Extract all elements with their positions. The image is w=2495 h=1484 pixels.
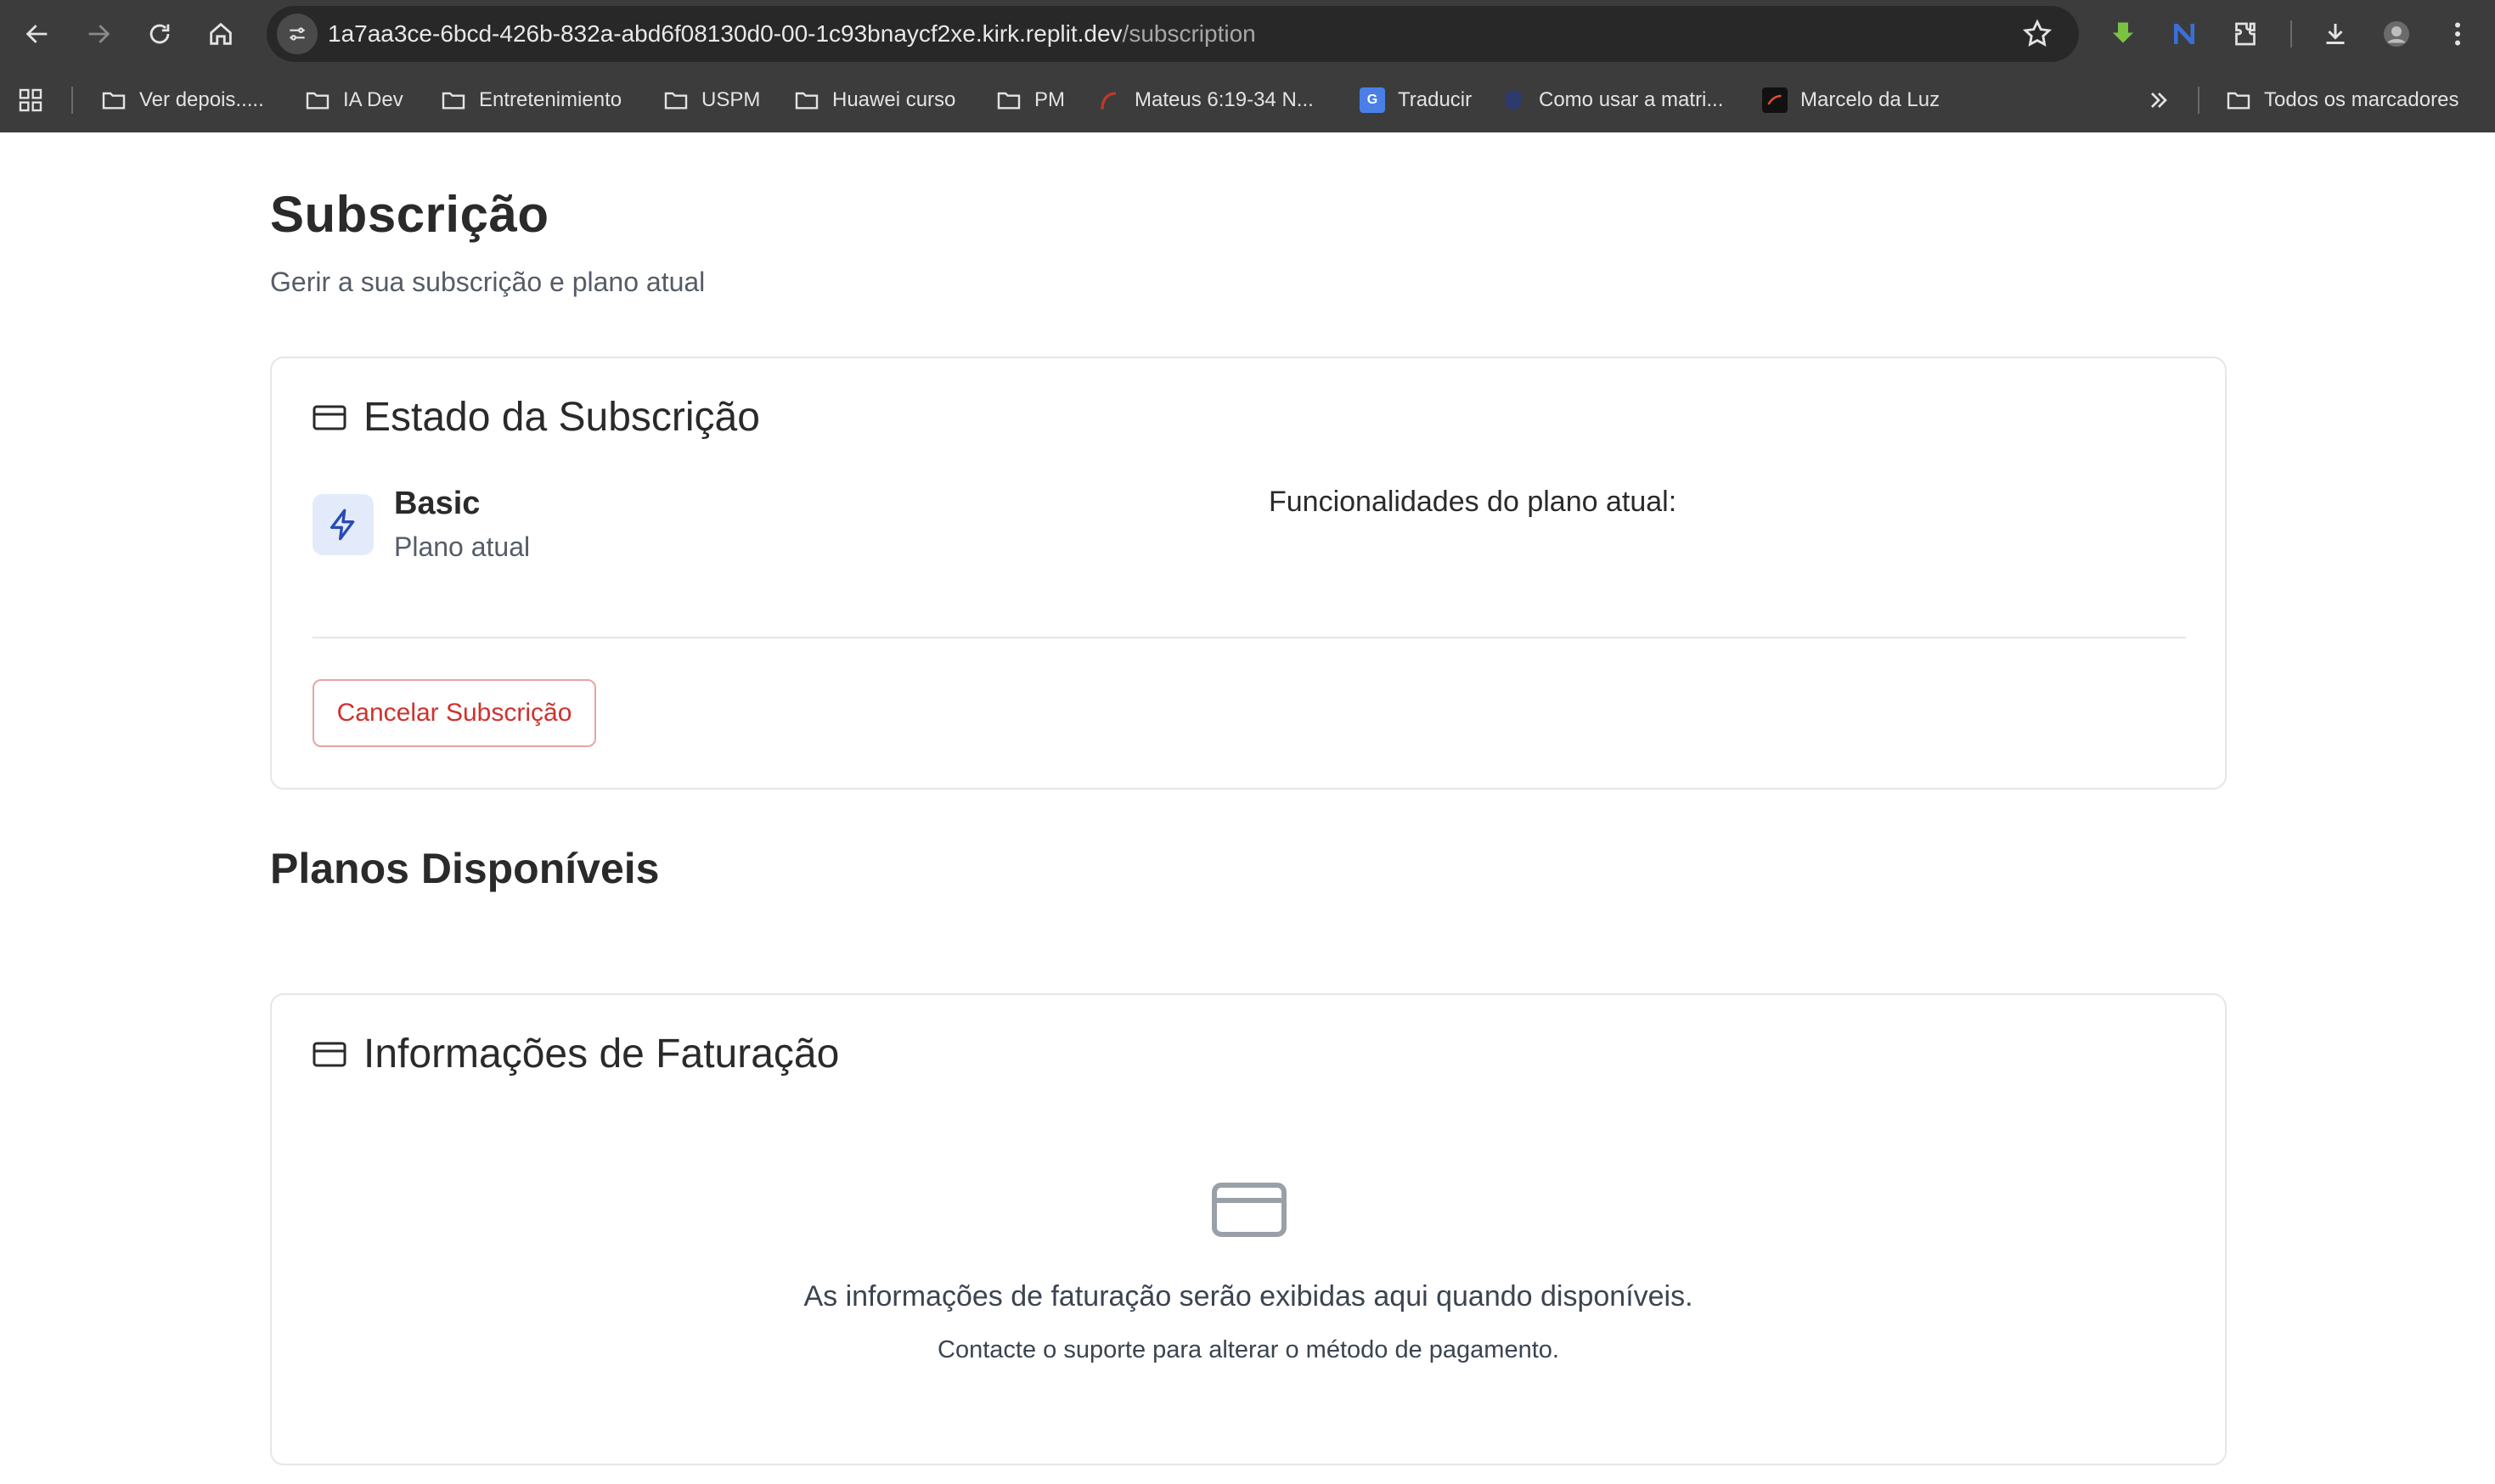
bookmark-label: Mateus 6:19-34 N... [1135,88,1314,111]
apps-grid-button[interactable] [17,83,56,117]
bookmarks-divider [71,87,73,114]
bookmark-label: USPM [701,88,761,111]
bookmark-label: Marcelo da Luz [1800,88,1940,111]
more-bookmarks-button[interactable] [2145,83,2184,117]
download-extension-icon[interactable] [2104,15,2142,53]
folder-icon [793,87,820,114]
bookmark-como-usar[interactable]: Como usar a matri... [1500,83,1723,117]
browser-chrome: 1a7aa3ce-6bcd-426b-832a-abd6f08130d0-00-… [0,0,2495,132]
favicon-icon [1095,87,1123,114]
browser-toolbar: 1a7aa3ce-6bcd-426b-832a-abd6f08130d0-00-… [0,0,2495,68]
home-icon [210,22,232,45]
billing-empty-message: As informações de faturação serão exibid… [803,1280,1693,1313]
plan-label: Plano atual [394,531,531,562]
home-button[interactable] [200,14,241,54]
bookmark-label: Entretenimiento [479,88,622,111]
favicon-icon [1761,87,1788,114]
bookmark-pm[interactable]: PM [995,83,1065,117]
site-info-icon[interactable] [277,14,318,54]
bookmark-label: Ver depois..... [139,88,264,111]
bookmark-star-icon[interactable] [2021,18,2053,50]
bookmark-label: Traducir [1398,88,1473,111]
bookmark-label: Como usar a matri... [1539,88,1724,111]
url-text[interactable]: 1a7aa3ce-6bcd-426b-832a-abd6f08130d0-00-… [328,6,1256,62]
reload-icon [149,24,170,44]
folder-icon [2225,87,2252,114]
page-subtitle: Gerir a sua subscrição e plano atual [270,267,706,297]
subscription-status-card: Estado da Subscrição Basic Plano atual F… [270,357,2227,790]
all-bookmarks-label: Todos os marcadores [2264,88,2459,111]
arrow-left-icon [25,25,48,43]
apps-grid-icon [17,87,44,114]
address-bar[interactable]: 1a7aa3ce-6bcd-426b-832a-abd6f08130d0-00-… [267,6,2079,62]
bookmarks-bar: Ver depois..... IA Dev Entretenimiento U… [0,68,2495,132]
folder-icon [100,87,127,114]
page-content: Subscrição Gerir a sua subscrição e plan… [0,132,2495,1484]
features-label: Funcionalidades do plano atual: [1269,486,1677,518]
menu-kebab-icon[interactable] [2439,15,2476,53]
bookmark-label: PM [1034,88,1065,111]
credit-card-placeholder-icon [1212,1183,1287,1237]
arrow-right-icon [88,25,110,43]
downloads-icon[interactable] [2317,15,2354,53]
reload-button[interactable] [139,14,180,54]
bookmark-traducir[interactable]: G Traducir [1359,83,1472,117]
folder-icon [662,87,690,114]
divider [313,637,2186,638]
card-title: Informações de Faturação [363,1031,840,1076]
bookmark-huawei-curso[interactable]: Huawei curso [793,83,955,117]
bookmark-ia-dev[interactable]: IA Dev [304,83,403,117]
billing-support-hint: Contacte o suporte para alterar o método… [938,1336,1559,1363]
lightning-bolt-icon [330,509,355,541]
forward-button[interactable] [78,14,119,54]
all-bookmarks-folder[interactable]: Todos os marcadores [2225,83,2458,117]
bookmarks-divider [2198,87,2199,114]
bookmark-mateus[interactable]: Mateus 6:19-34 N... [1095,83,1314,117]
card-header: Informações de Faturação [313,1031,839,1077]
extensions-puzzle-icon[interactable] [2227,15,2264,53]
page-title: Subscrição [270,186,549,243]
credit-card-icon [313,1042,346,1066]
back-button[interactable] [17,14,58,54]
folder-icon [440,87,467,114]
folder-icon [304,87,331,114]
plan-badge [313,494,374,555]
cancel-subscription-button[interactable]: Cancelar Subscrição [313,679,596,747]
card-title: Estado da Subscrição [363,395,760,440]
bookmark-label: Huawei curso [832,88,956,111]
toolbar-divider [2290,20,2292,48]
url-host: 1a7aa3ce-6bcd-426b-832a-abd6f08130d0-00-… [328,20,1123,47]
google-translate-icon: G [1359,87,1386,114]
bookmark-ver-depois[interactable]: Ver depois..... [100,83,264,117]
bookmark-label: IA Dev [343,88,403,111]
folder-icon [995,87,1022,114]
chevron-double-right-icon [2145,87,2172,114]
card-header: Estado da Subscrição [313,394,760,441]
credit-card-icon [313,405,346,430]
profile-avatar-icon[interactable] [2378,15,2415,53]
url-path: /subscription [1122,20,1256,47]
bookmark-uspm[interactable]: USPM [662,83,760,117]
favicon-icon [1500,87,1527,114]
available-plans-title: Planos Disponíveis [270,845,660,892]
bookmark-marcelo-da-luz[interactable]: Marcelo da Luz [1761,83,1940,117]
n-extension-icon[interactable] [2166,15,2203,53]
plan-name: Basic [394,486,481,521]
billing-info-card: Informações de Faturação As informações … [270,993,2227,1465]
bookmark-entretenimiento[interactable]: Entretenimiento [440,83,622,117]
